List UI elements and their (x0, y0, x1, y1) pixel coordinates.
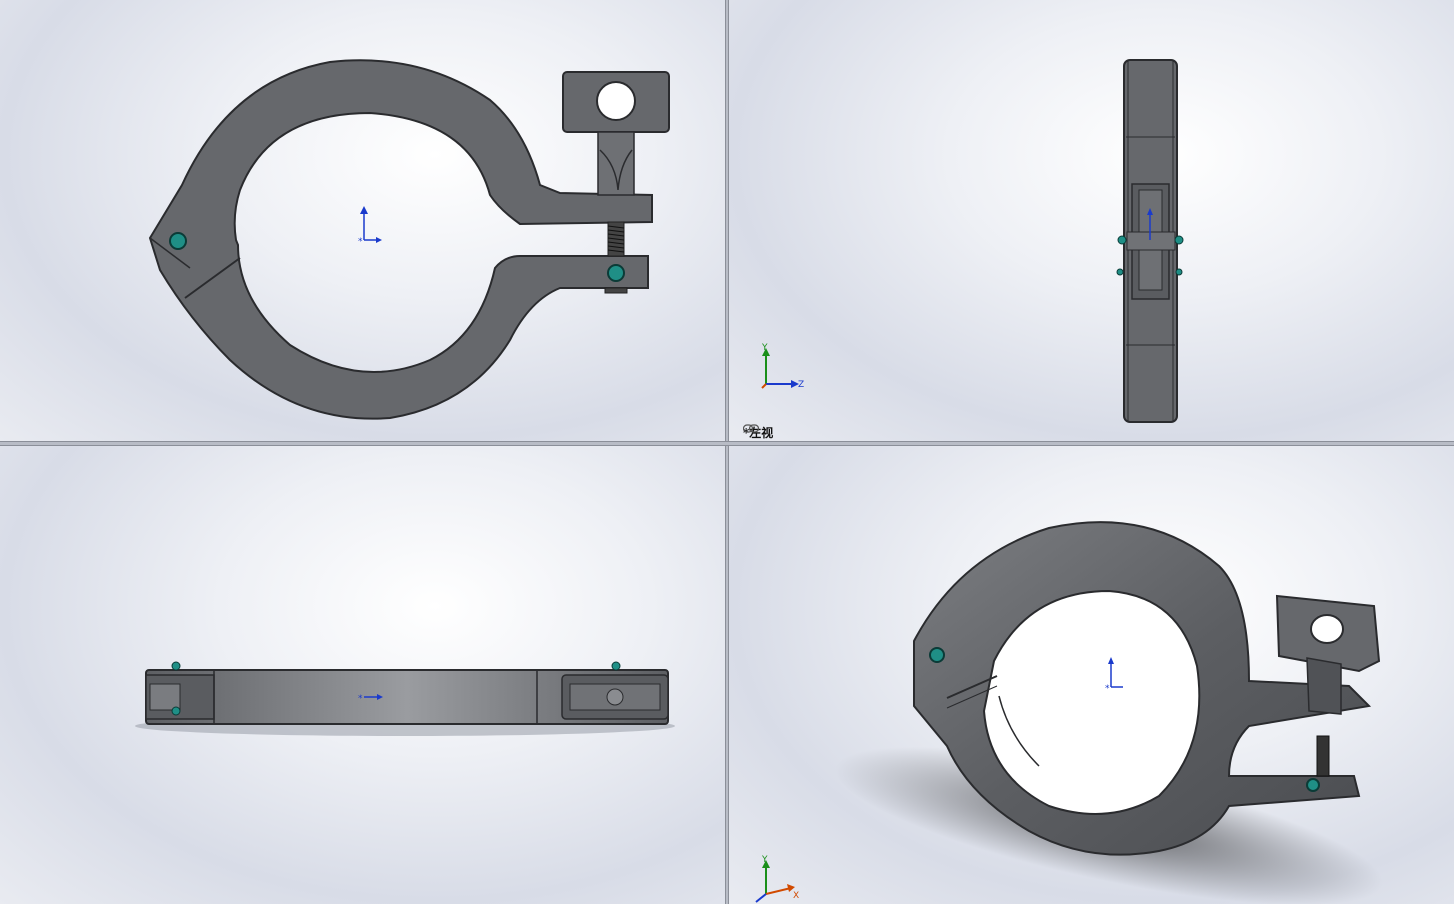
viewport-grid: * Y Z *左视 * * Y X (0, 0, 1454, 904)
coordinate-triad-icon: Y Z (761, 343, 804, 390)
latch-pin (607, 264, 625, 282)
coordinate-triad-icon: Y X (755, 855, 799, 903)
left-view-drawing: Y Z (761, 59, 1184, 423)
viewport-isometric[interactable]: * Y X (729, 446, 1454, 904)
origin-icon: * (358, 206, 382, 247)
axis-x-label: X (793, 891, 799, 901)
top-view-drawing: * (135, 661, 675, 736)
svg-text:*: * (358, 694, 363, 704)
viewport-front[interactable]: * (0, 0, 725, 441)
front-view-drawing: * (148, 59, 670, 420)
isometric-view-drawing: * Y X (755, 521, 1384, 904)
svg-text:*: * (1105, 684, 1110, 694)
view-name-label: *左视 (743, 424, 773, 441)
viewport-splitter-horizontal[interactable] (0, 441, 1454, 446)
axis-y-label: Y (761, 343, 768, 353)
t-handle-hole (596, 81, 636, 121)
axis-y-label: Y (761, 855, 768, 865)
viewport-left[interactable]: Y Z *左视 (729, 0, 1454, 441)
axis-z-label: Z (798, 380, 804, 390)
link-icon (743, 424, 759, 433)
viewport-splitter-vertical[interactable] (725, 0, 729, 904)
svg-text:*: * (358, 237, 363, 247)
hinge-pin (169, 232, 187, 250)
viewport-top[interactable]: * (0, 446, 725, 904)
